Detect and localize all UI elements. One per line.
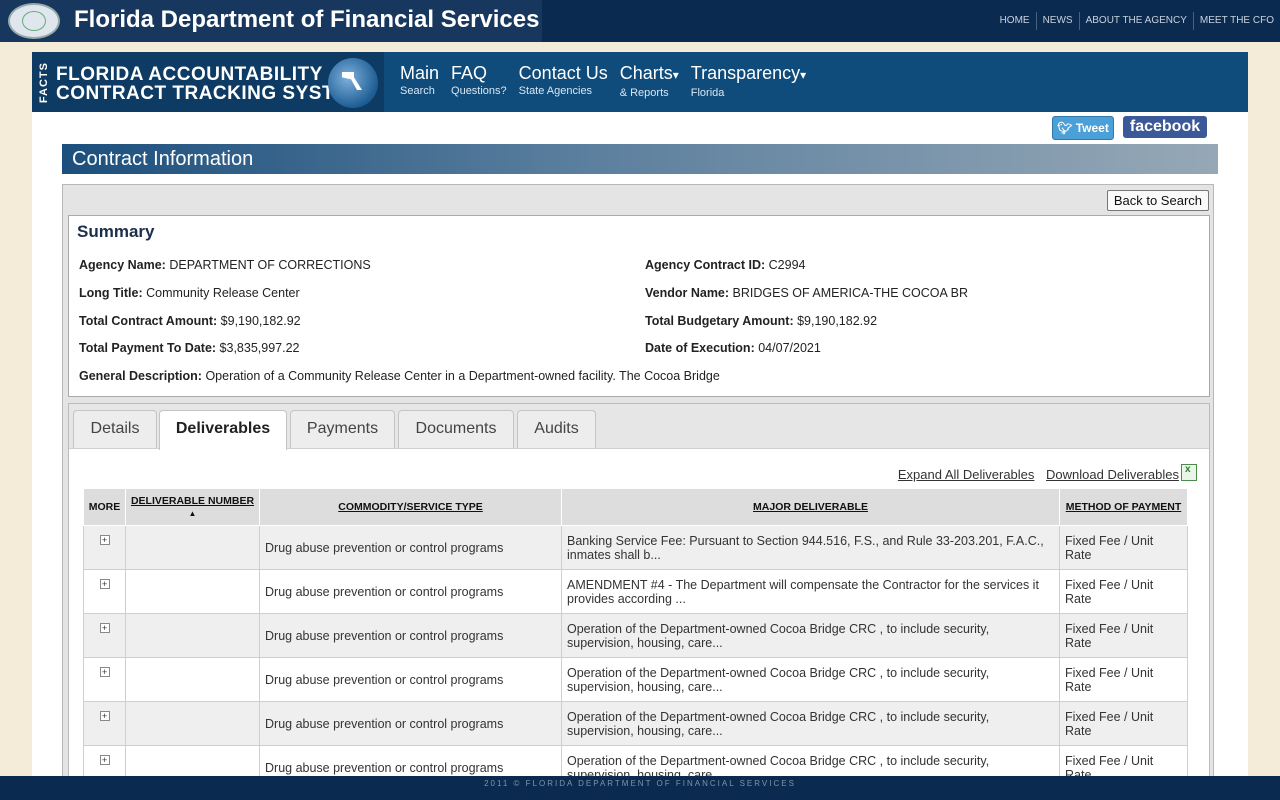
excel-icon[interactable] bbox=[1181, 464, 1197, 481]
tweet-button[interactable]: 🐦︎ Tweet bbox=[1052, 116, 1114, 140]
deliverable-number bbox=[125, 657, 260, 702]
nav-faq[interactable]: FAQ Questions? bbox=[451, 62, 507, 100]
method-of-payment: Fixed Fee / Unit Rate bbox=[1059, 613, 1188, 658]
table-row: + Drug abuse prevention or control progr… bbox=[83, 525, 1188, 570]
top-nav-home[interactable]: HOME bbox=[994, 12, 1036, 30]
section-title-bar: Contract Information bbox=[62, 144, 1218, 174]
col-commodity-type[interactable]: COMMODITY/SERVICE TYPE bbox=[259, 488, 562, 526]
table-row: + Drug abuse prevention or control progr… bbox=[83, 569, 1188, 614]
facebook-button[interactable]: facebook bbox=[1123, 116, 1207, 138]
top-nav-about[interactable]: ABOUT THE AGENCY bbox=[1078, 12, 1193, 30]
caret-down-icon: ▾ bbox=[800, 68, 807, 82]
cfo-seal-icon bbox=[8, 3, 60, 39]
facts-vertical-text: FACTS bbox=[38, 62, 50, 104]
col-method-of-payment[interactable]: METHOD OF PAYMENT bbox=[1059, 488, 1188, 526]
general-description-field: General Description: Operation of a Comm… bbox=[79, 369, 720, 383]
agency-name-field: Agency Name: DEPARTMENT OF CORRECTIONS bbox=[79, 258, 371, 272]
contract-id-field: Agency Contract ID: C2994 bbox=[645, 258, 806, 272]
deliverable-number bbox=[125, 701, 260, 746]
sort-asc-icon: ▲ bbox=[188, 509, 197, 518]
top-nav-news[interactable]: NEWS bbox=[1035, 12, 1079, 30]
long-title-field: Long Title: Community Release Center bbox=[79, 286, 300, 300]
commodity-type: Drug abuse prevention or control program… bbox=[259, 613, 562, 658]
nav-transparency[interactable]: Transparency▾ Florida bbox=[691, 62, 806, 100]
main-nav: Main Search FAQ Questions? Contact Us St… bbox=[400, 62, 818, 100]
method-of-payment: Fixed Fee / Unit Rate bbox=[1059, 569, 1188, 614]
vendor-name-field: Vendor Name: BRIDGES OF AMERICA-THE COCO… bbox=[645, 286, 968, 300]
deliverable-links: Expand All Deliverables Download Deliver… bbox=[890, 464, 1197, 482]
col-deliverable-number[interactable]: DELIVERABLE NUMBER ▲ bbox=[125, 488, 260, 526]
summary-box: Summary Agency Name: DEPARTMENT OF CORRE… bbox=[68, 215, 1210, 397]
nav-main-search[interactable]: Main Search bbox=[400, 62, 439, 100]
contract-panel: Back to Search Summary Agency Name: DEPA… bbox=[62, 184, 1214, 795]
major-deliverable: AMENDMENT #4 - The Department will compe… bbox=[561, 569, 1060, 614]
top-nav-cfo[interactable]: MEET THE CFO bbox=[1192, 12, 1280, 30]
expand-row-icon[interactable]: + bbox=[99, 535, 110, 545]
twitter-bird-icon: 🐦︎ bbox=[1057, 121, 1073, 135]
deliverable-number bbox=[125, 613, 260, 658]
table-row: + Drug abuse prevention or control progr… bbox=[83, 613, 1188, 658]
method-of-payment: Fixed Fee / Unit Rate bbox=[1059, 657, 1188, 702]
commodity-type: Drug abuse prevention or control program… bbox=[259, 525, 562, 570]
expand-all-link[interactable]: Expand All Deliverables bbox=[898, 467, 1035, 482]
major-deliverable: Operation of the Department-owned Cocoa … bbox=[561, 701, 1060, 746]
expand-row-icon[interactable]: + bbox=[99, 711, 110, 721]
section-title: Contract Information bbox=[72, 148, 254, 170]
page-container: FACTS FLORIDA ACCOUNTABILITY CONTRACT TR… bbox=[32, 52, 1248, 795]
top-nav: HOME NEWS ABOUT THE AGENCY MEET THE CFO bbox=[994, 12, 1280, 30]
method-of-payment: Fixed Fee / Unit Rate bbox=[1059, 525, 1188, 570]
col-major-deliverable[interactable]: MAJOR DELIVERABLE bbox=[561, 488, 1060, 526]
tab-deliverables[interactable]: Deliverables bbox=[159, 410, 287, 450]
florida-globe-icon bbox=[328, 58, 378, 108]
dfs-title: Florida Department of Financial Services bbox=[74, 6, 540, 33]
table-row: + Drug abuse prevention or control progr… bbox=[83, 657, 1188, 702]
nav-contact[interactable]: Contact Us State Agencies bbox=[519, 62, 608, 100]
back-to-search-button[interactable]: Back to Search bbox=[1106, 190, 1209, 211]
tab-documents[interactable]: Documents bbox=[398, 410, 514, 448]
commodity-type: Drug abuse prevention or control program… bbox=[259, 701, 562, 746]
tab-strip: Details Deliverables Payments Documents … bbox=[69, 404, 1209, 450]
deliverables-table: MORE DELIVERABLE NUMBER ▲ COMMODITY/SERVI… bbox=[83, 488, 1188, 790]
tabs-container: Details Deliverables Payments Documents … bbox=[68, 403, 1210, 795]
commodity-type: Drug abuse prevention or control program… bbox=[259, 569, 562, 614]
tab-payments[interactable]: Payments bbox=[290, 410, 395, 448]
facts-header: FACTS FLORIDA ACCOUNTABILITY CONTRACT TR… bbox=[32, 52, 1248, 112]
expand-row-icon[interactable]: + bbox=[99, 623, 110, 633]
expand-row-icon[interactable]: + bbox=[99, 667, 110, 677]
facts-line2: CONTRACT TRACKING SYSTEM bbox=[56, 83, 364, 104]
deliverable-number bbox=[125, 569, 260, 614]
total-contract-amount-field: Total Contract Amount: $9,190,182.92 bbox=[79, 314, 301, 328]
tab-audits[interactable]: Audits bbox=[517, 410, 596, 448]
facts-logo[interactable]: FACTS FLORIDA ACCOUNTABILITY CONTRACT TR… bbox=[32, 52, 384, 112]
dfs-header: Florida Department of Financial Services… bbox=[0, 0, 1280, 42]
summary-title: Summary bbox=[77, 222, 155, 241]
expand-row-icon[interactable]: + bbox=[99, 579, 110, 589]
major-deliverable: Operation of the Department-owned Cocoa … bbox=[561, 613, 1060, 658]
commodity-type: Drug abuse prevention or control program… bbox=[259, 657, 562, 702]
download-deliverables-link[interactable]: Download Deliverables bbox=[1046, 467, 1179, 482]
major-deliverable: Banking Service Fee: Pursuant to Section… bbox=[561, 525, 1060, 570]
deliverable-number bbox=[125, 525, 260, 570]
total-budgetary-amount-field: Total Budgetary Amount: $9,190,182.92 bbox=[645, 314, 878, 328]
footer: 2011 © FLORIDA DEPARTMENT OF FINANCIAL S… bbox=[0, 776, 1280, 800]
total-payment-field: Total Payment To Date: $3,835,997.22 bbox=[79, 341, 300, 355]
table-row: + Drug abuse prevention or control progr… bbox=[83, 701, 1188, 746]
expand-row-icon[interactable]: + bbox=[99, 755, 110, 765]
method-of-payment: Fixed Fee / Unit Rate bbox=[1059, 701, 1188, 746]
tab-details[interactable]: Details bbox=[73, 410, 157, 448]
major-deliverable: Operation of the Department-owned Cocoa … bbox=[561, 657, 1060, 702]
execution-date-field: Date of Execution: 04/07/2021 bbox=[645, 341, 821, 355]
col-more: MORE bbox=[83, 488, 126, 526]
dfs-logo[interactable]: Florida Department of Financial Services bbox=[0, 0, 542, 42]
nav-charts[interactable]: Charts▾ & Reports bbox=[620, 62, 679, 100]
caret-down-icon: ▾ bbox=[672, 68, 679, 82]
